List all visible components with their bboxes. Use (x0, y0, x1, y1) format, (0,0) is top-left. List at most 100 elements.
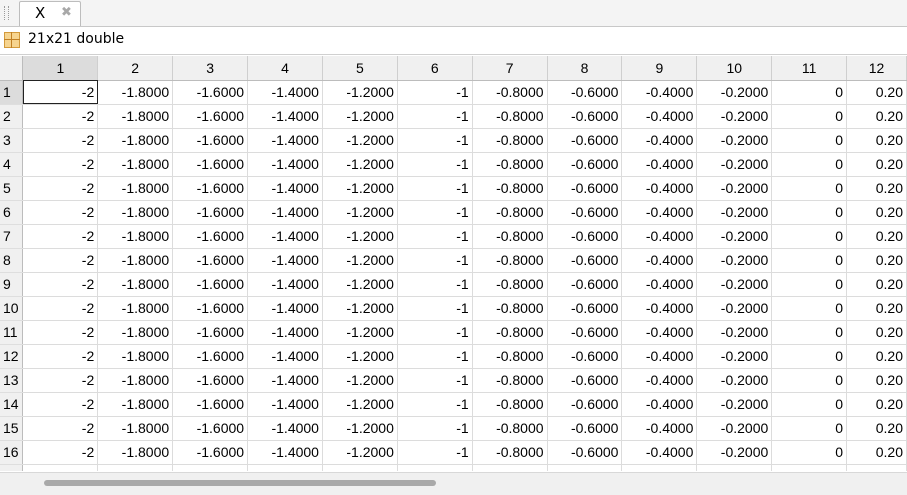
table-cell[interactable]: -2 (22, 128, 99, 153)
table-cell[interactable]: -0.2000 (696, 224, 773, 249)
table-cell[interactable]: -2 (22, 200, 99, 225)
table-cell[interactable]: -0.4000 (621, 80, 698, 105)
table-cell[interactable]: -0.4000 (621, 320, 698, 345)
table-cell[interactable]: 0.20 (846, 440, 907, 465)
table-cell[interactable]: -1.6000 (172, 368, 249, 393)
scrollbar-thumb[interactable] (44, 480, 436, 486)
table-cell[interactable]: -1.8000 (97, 224, 174, 249)
table-cell[interactable]: -0.8000 (472, 176, 548, 201)
row-header-11[interactable]: 11 (0, 320, 24, 345)
table-cell[interactable]: -0.2000 (696, 344, 773, 369)
table-cell[interactable]: 0 (771, 80, 848, 105)
table-cell[interactable]: -0.8000 (472, 296, 548, 321)
table-cell[interactable]: -1 (397, 104, 473, 129)
table-cell[interactable]: -1.6000 (172, 392, 249, 417)
table-cell[interactable]: 0.20 (846, 104, 907, 129)
drag-grip-icon[interactable] (4, 6, 9, 20)
table-cell[interactable]: -0.8000 (472, 128, 548, 153)
table-cell[interactable]: -0.6000 (547, 296, 623, 321)
table-cell[interactable]: -1.2000 (322, 368, 398, 393)
table-cell[interactable]: -2 (22, 104, 99, 129)
table-cell[interactable]: -1.4000 (247, 224, 323, 249)
table-cell[interactable]: -0.4000 (621, 272, 698, 297)
table-cell[interactable]: -0.4000 (621, 128, 698, 153)
column-header-12[interactable]: 12 (846, 56, 907, 81)
table-cell[interactable]: -1.4000 (247, 296, 323, 321)
table-cell[interactable]: -1 (397, 272, 473, 297)
row-header-2[interactable]: 2 (0, 104, 24, 129)
table-cell[interactable]: -1.2000 (322, 464, 398, 471)
table-cell[interactable]: -2 (22, 464, 99, 471)
column-header-7[interactable]: 7 (472, 56, 548, 81)
table-cell[interactable]: -1.4000 (247, 248, 323, 273)
table-cell[interactable]: -0.4000 (621, 248, 698, 273)
row-header-3[interactable]: 3 (0, 128, 24, 153)
table-cell[interactable]: -2 (22, 152, 99, 177)
table-cell[interactable]: -0.6000 (547, 392, 623, 417)
table-cell[interactable]: 0.20 (846, 176, 907, 201)
table-cell[interactable]: -1.8000 (97, 368, 174, 393)
table-cell[interactable]: -2 (22, 80, 99, 105)
table-cell[interactable]: -1.6000 (172, 344, 249, 369)
table-cell[interactable]: 0.20 (846, 224, 907, 249)
table-cell[interactable]: -1.6000 (172, 152, 249, 177)
column-header-1[interactable]: 1 (22, 56, 99, 81)
table-cell[interactable]: 0.20 (846, 272, 907, 297)
table-cell[interactable]: -0.6000 (547, 176, 623, 201)
row-header-8[interactable]: 8 (0, 248, 24, 273)
table-cell[interactable]: -2 (22, 368, 99, 393)
row-header-9[interactable]: 9 (0, 272, 24, 297)
table-cell[interactable]: -1 (397, 344, 473, 369)
table-cell[interactable]: 0.20 (846, 464, 907, 471)
table-cell[interactable]: -1.4000 (247, 416, 323, 441)
table-cell[interactable]: -1.4000 (247, 152, 323, 177)
close-icon[interactable]: ✖ (61, 5, 72, 20)
table-cell[interactable]: -1 (397, 320, 473, 345)
table-cell[interactable]: -2 (22, 296, 99, 321)
table-cell[interactable]: -1.2000 (322, 416, 398, 441)
table-cell[interactable]: 0 (771, 128, 848, 153)
table-cell[interactable]: -1.2000 (322, 80, 398, 105)
row-header-17[interactable]: 17 (0, 464, 24, 471)
table-cell[interactable]: -0.6000 (547, 104, 623, 129)
table-cell[interactable]: -0.2000 (696, 176, 773, 201)
table-cell[interactable]: -1.8000 (97, 440, 174, 465)
row-header-7[interactable]: 7 (0, 224, 24, 249)
table-cell[interactable]: 0 (771, 416, 848, 441)
table-cell[interactable]: -0.8000 (472, 80, 548, 105)
table-cell[interactable]: 0.20 (846, 344, 907, 369)
column-header-2[interactable]: 2 (97, 56, 174, 81)
table-cell[interactable]: -0.2000 (696, 320, 773, 345)
row-header-13[interactable]: 13 (0, 368, 24, 393)
column-header-9[interactable]: 9 (621, 56, 698, 81)
table-cell[interactable]: 0.20 (846, 152, 907, 177)
table-cell[interactable]: -0.6000 (547, 320, 623, 345)
column-header-4[interactable]: 4 (247, 56, 323, 81)
row-header-16[interactable]: 16 (0, 440, 24, 465)
table-cell[interactable]: -1.2000 (322, 296, 398, 321)
table-cell[interactable]: -1.6000 (172, 440, 249, 465)
table-cell[interactable]: -0.4000 (621, 368, 698, 393)
table-cell[interactable]: -1.8000 (97, 248, 174, 273)
table-cell[interactable]: -1.4000 (247, 344, 323, 369)
table-cell[interactable]: -1 (397, 416, 473, 441)
table-cell[interactable]: -0.6000 (547, 224, 623, 249)
table-cell[interactable]: -1.2000 (322, 128, 398, 153)
table-cell[interactable]: -1.8000 (97, 80, 174, 105)
column-header-5[interactable]: 5 (322, 56, 398, 81)
column-header-6[interactable]: 6 (397, 56, 473, 81)
row-header-15[interactable]: 15 (0, 416, 24, 441)
column-header-8[interactable]: 8 (547, 56, 623, 81)
table-cell[interactable]: 0 (771, 368, 848, 393)
table-cell[interactable]: -1 (397, 176, 473, 201)
table-cell[interactable]: -2 (22, 320, 99, 345)
table-cell[interactable]: -1.8000 (97, 464, 174, 471)
table-cell[interactable]: 0 (771, 224, 848, 249)
table-cell[interactable]: -0.4000 (621, 344, 698, 369)
table-cell[interactable]: -1.4000 (247, 200, 323, 225)
table-cell[interactable]: -0.6000 (547, 416, 623, 441)
table-cell[interactable]: 0 (771, 392, 848, 417)
row-header-10[interactable]: 10 (0, 296, 24, 321)
table-cell[interactable]: -1.4000 (247, 176, 323, 201)
table-cell[interactable]: -0.6000 (547, 440, 623, 465)
